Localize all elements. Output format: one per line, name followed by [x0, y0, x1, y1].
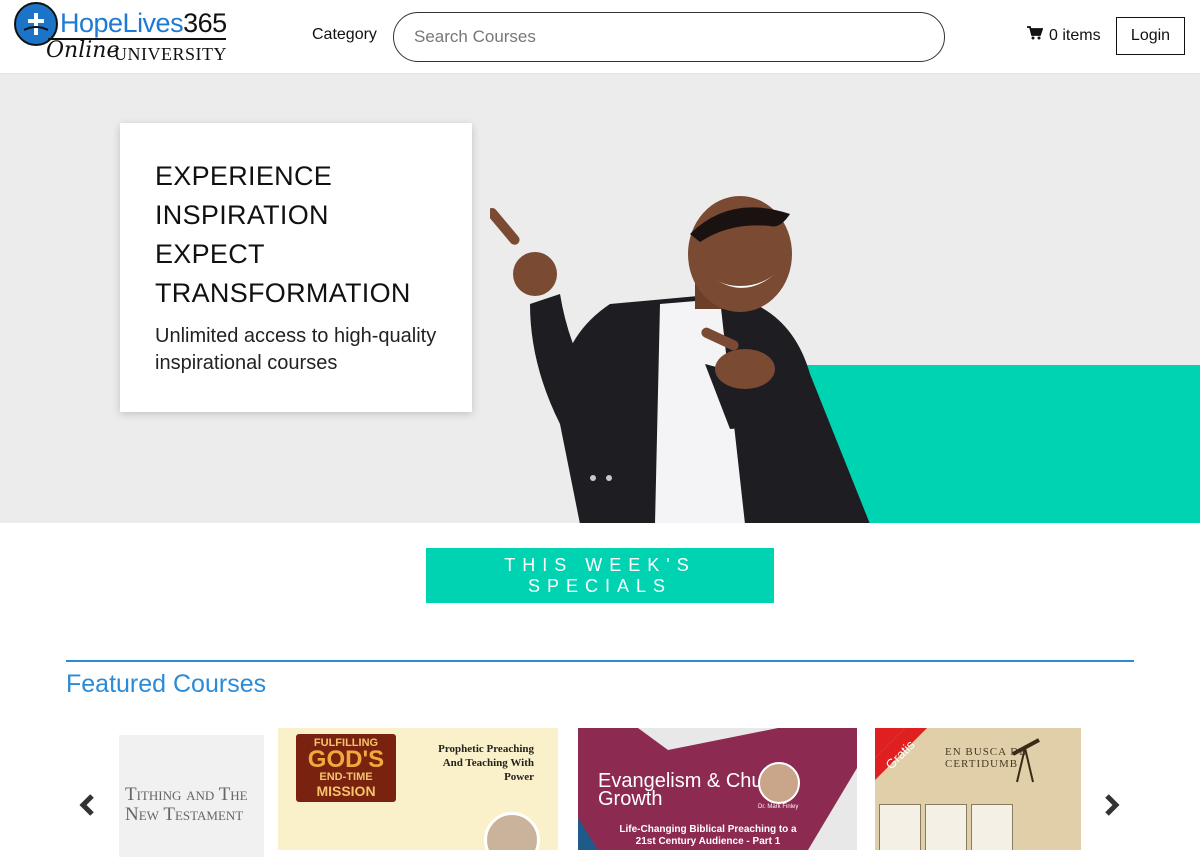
course-card-title: Evangelism & Church Growth — [598, 770, 791, 810]
course-card[interactable]: Evangelism & Church Growth Dr. Mark Finl… — [578, 728, 857, 850]
course-card-title: Prophetic Preaching And Teaching With Po… — [438, 743, 534, 783]
course-card[interactable]: Tithing and The New Testament — [119, 735, 264, 857]
hero-message-card: EXPERIENCE INSPIRATION EXPECT TRANSFORMA… — [120, 123, 472, 412]
login-button[interactable]: Login — [1116, 17, 1185, 55]
hero-person-image — [487, 194, 890, 523]
hero-line: EXPECT — [155, 239, 265, 269]
telescope-icon — [1012, 738, 1040, 783]
hero-line: TRANSFORMATION — [155, 278, 411, 308]
search-input[interactable] — [393, 12, 945, 62]
course-card-subtitle: Life-Changing Biblical Preaching to a 21… — [619, 824, 797, 847]
hero-headline: EXPERIENCE INSPIRATION EXPECT TRANSFORMA… — [155, 157, 455, 313]
presenter-photo — [484, 812, 540, 850]
mission-line: MISSION — [316, 783, 376, 799]
chevron-left-icon[interactable] — [75, 792, 99, 818]
hero-subtitle: Unlimited access to high-quality inspira… — [155, 325, 437, 374]
logo-brand-text: HopeLives365 — [60, 8, 227, 38]
course-cover-mission: FULFILLING GOD'S END-TIME MISSION — [296, 734, 396, 802]
course-card[interactable]: FULFILLING GOD'S END-TIME MISSION Prophe… — [278, 728, 558, 850]
book-cover — [971, 804, 1013, 850]
book-cover — [925, 804, 967, 850]
cart-link[interactable]: 0 items — [1027, 26, 1101, 45]
featured-divider — [66, 660, 1134, 662]
presenter-name: Dr. Mark Finley — [758, 804, 799, 810]
logo-university-text: UNIVERSITY — [114, 44, 227, 64]
cart-count: 0 items — [1049, 26, 1101, 44]
course-card-title: Tithing and The New Testament — [125, 784, 248, 825]
chevron-right-icon[interactable] — [1100, 792, 1124, 818]
presenter-photo — [758, 762, 800, 804]
logo-online-text: Online — [46, 38, 120, 63]
mission-line: GOD'S — [307, 746, 385, 773]
category-menu[interactable]: Category — [312, 26, 377, 44]
book-cover — [879, 804, 921, 850]
carousel-dot[interactable] — [606, 475, 612, 481]
shopping-cart-icon — [1027, 26, 1044, 45]
hero-banner: EXPERIENCE INSPIRATION EXPECT TRANSFORMA… — [0, 74, 1200, 523]
gratis-badge: Gratis — [875, 728, 927, 780]
course-card[interactable]: Gratis EN BUSCA DE CERTIDUMB — [875, 728, 1081, 850]
weekly-specials-button[interactable]: THIS WEEK'S SPECIALS — [426, 548, 774, 603]
site-logo[interactable]: HopeLives365 Online UNIVERSITY — [14, 2, 230, 68]
hero-line: EXPERIENCE — [155, 161, 333, 191]
site-header: HopeLives365 Online UNIVERSITY Category … — [0, 0, 1200, 74]
featured-courses-heading: Featured Courses — [66, 670, 267, 698]
carousel-dot[interactable] — [590, 475, 596, 481]
hero-line: INSPIRATION — [155, 200, 329, 230]
